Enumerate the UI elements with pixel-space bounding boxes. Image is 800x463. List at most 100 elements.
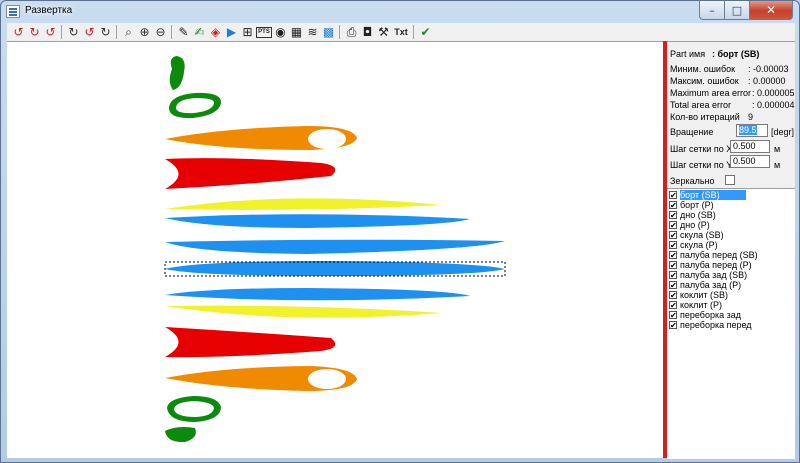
zoom-out-icon[interactable]: ⊖	[153, 25, 168, 40]
deck-rear-shape-p[interactable]	[165, 327, 336, 358]
side-shape[interactable]	[165, 239, 505, 254]
rotate-grey-step-icon[interactable]: ↻	[98, 25, 113, 40]
camera-icon[interactable]: ◉	[273, 25, 288, 40]
bottom-shape-p[interactable]	[165, 288, 470, 301]
text-icon[interactable]: Txt	[392, 25, 410, 40]
list-item[interactable]: ✔ палуба перед (P)	[669, 260, 791, 270]
parts-list[interactable]: ✔ борт (SB) ✔ борт (P) ✔ дно (SB) ✔ дно (P) ✔ ску…	[667, 188, 795, 459]
iterations-value: 9	[748, 112, 754, 122]
cockpit-shape-p[interactable]	[167, 396, 221, 422]
part-visibility-checkbox[interactable]: ✔	[669, 271, 677, 280]
unfold-canvas[interactable]	[7, 41, 663, 458]
main-window: Развертка – □ ✕ ↺ ↻ ↺ ↻ ↺ ↻ ⌕ ⊕ ⊖ ✎ ✍ ◈ ▶ ⊞ PTS ◉ ▦ ≋ ▩ ⎙ ◘ ⚒…	[0, 0, 800, 463]
rotation-label: Вращение	[670, 127, 714, 137]
total-area-value: : 0.000004	[752, 100, 795, 110]
list-item[interactable]: ✔ дно (SB)	[669, 210, 791, 220]
check-icon[interactable]: ✔	[418, 25, 433, 40]
part-visibility-checkbox[interactable]: ✔	[669, 321, 677, 330]
list-item[interactable]: ✔ переборка перед	[669, 320, 791, 330]
node-icon[interactable]: ⊞	[240, 25, 255, 40]
side-selected-shape[interactable]	[165, 261, 505, 276]
max-error-label: Максим. ошибок	[670, 76, 739, 86]
grid-x-input[interactable]: 0.500	[730, 140, 770, 153]
list-item[interactable]: ✔ скула (SB)	[669, 230, 791, 240]
rotate-grey-icon[interactable]: ↻	[66, 25, 81, 40]
edit-green-icon[interactable]: ✍	[192, 25, 207, 40]
list-item[interactable]: ✔ палуба перед (SB)	[669, 250, 791, 260]
chine-shape[interactable]	[165, 198, 442, 210]
toolbar-separator	[413, 25, 414, 39]
part-visibility-checkbox[interactable]: ✔	[669, 241, 677, 250]
print-icon[interactable]: ⎙	[344, 25, 359, 40]
part-visibility-checkbox[interactable]: ✔	[669, 281, 677, 290]
list-item[interactable]: ✔ коклит (SB)	[669, 290, 791, 300]
bulkhead-rear-shape[interactable]	[165, 427, 196, 443]
canvas-svg[interactable]	[7, 42, 663, 459]
chine-shape-p[interactable]	[165, 305, 442, 318]
rotation-input[interactable]: 89.5	[736, 124, 768, 137]
list-item[interactable]: ✔ дно (P)	[669, 220, 791, 230]
window-controls: – □ ✕	[699, 1, 793, 20]
window-title: Развертка	[25, 5, 73, 16]
part-visibility-checkbox[interactable]: ✔	[669, 291, 677, 300]
max-area-value: : 0.000005	[752, 88, 795, 98]
part-label: палуба зад (P)	[680, 280, 742, 290]
deck-rear-shape[interactable]	[165, 158, 336, 189]
grid-icon[interactable]: ▩	[321, 25, 336, 40]
tools-icon[interactable]: ⚒	[376, 25, 391, 40]
rotate-red-cw-icon[interactable]: ↻	[27, 25, 42, 40]
rotate-grey-red-icon[interactable]: ↺	[82, 25, 97, 40]
zoom-fit-icon[interactable]: ⌕	[121, 25, 136, 40]
iterations-label: Кол-во итераций	[670, 112, 740, 122]
titlebar[interactable]: Развертка – □ ✕	[1, 1, 799, 23]
list-item[interactable]: ✔ палуба зад (P)	[669, 280, 791, 290]
save-icon[interactable]: ◘	[360, 25, 375, 40]
play-icon[interactable]: ▶	[224, 25, 239, 40]
part-label: дно (SB)	[680, 210, 716, 220]
part-visibility-checkbox[interactable]: ✔	[669, 251, 677, 260]
toolbar: ↺ ↻ ↺ ↻ ↺ ↻ ⌕ ⊕ ⊖ ✎ ✍ ◈ ▶ ⊞ PTS ◉ ▦ ≋ ▩ ⎙ ◘ ⚒ Txt ✔	[7, 23, 795, 41]
pencil-icon[interactable]: ✎	[176, 25, 191, 40]
list-item[interactable]: ✔ борт (P)	[669, 200, 791, 210]
maximize-button[interactable]: □	[725, 1, 750, 20]
max-area-label: Maximum area error	[670, 88, 752, 98]
part-visibility-checkbox[interactable]: ✔	[669, 211, 677, 220]
list-item[interactable]: ✔ борт (SB)	[669, 190, 791, 200]
layers-icon[interactable]: ≋	[305, 25, 320, 40]
points-icon[interactable]: PTS	[256, 26, 272, 38]
toolbar-separator	[61, 25, 62, 39]
part-visibility-checkbox[interactable]: ✔	[669, 231, 677, 240]
minimize-button[interactable]: –	[699, 1, 725, 20]
list-item[interactable]: ✔ переборка зад	[669, 310, 791, 320]
part-name-value: : борт (SB)	[712, 49, 760, 59]
rotate-red-step-icon[interactable]: ↺	[43, 25, 58, 40]
total-area-label: Total area error	[670, 100, 732, 110]
mirror-checkbox[interactable]	[725, 175, 735, 185]
list-item[interactable]: ✔ скула (P)	[669, 240, 791, 250]
part-visibility-checkbox[interactable]: ✔	[669, 261, 677, 270]
rotate-red-icon[interactable]: ↺	[11, 25, 26, 40]
grid-y-input[interactable]: 0.500	[730, 155, 770, 168]
film-icon[interactable]: ▦	[289, 25, 304, 40]
part-label: переборка перед	[680, 320, 752, 330]
part-visibility-checkbox[interactable]: ✔	[669, 311, 677, 320]
eraser-icon[interactable]: ◈	[208, 25, 223, 40]
close-button[interactable]: ✕	[750, 1, 793, 20]
list-item[interactable]: ✔ коклит (P)	[669, 300, 791, 310]
part-label: коклит (SB)	[680, 290, 728, 300]
rotation-value: 89.5	[739, 125, 757, 135]
toolbar-separator	[171, 25, 172, 39]
cockpit-shape[interactable]	[168, 92, 222, 119]
zoom-in-icon[interactable]: ⊕	[137, 25, 152, 40]
part-visibility-checkbox[interactable]: ✔	[669, 191, 677, 200]
part-visibility-checkbox[interactable]: ✔	[669, 201, 677, 210]
part-visibility-checkbox[interactable]: ✔	[669, 221, 677, 230]
part-visibility-checkbox[interactable]: ✔	[669, 301, 677, 310]
part-label: переборка зад	[680, 310, 741, 320]
part-label: борт (P)	[680, 200, 714, 210]
bottom-shape[interactable]	[165, 214, 470, 228]
toolbar-separator	[116, 25, 117, 39]
mirror-label: Зеркально	[670, 176, 715, 186]
bulkhead-front-shape[interactable]	[169, 56, 185, 90]
list-item[interactable]: ✔ палуба зад (SB)	[669, 270, 791, 280]
